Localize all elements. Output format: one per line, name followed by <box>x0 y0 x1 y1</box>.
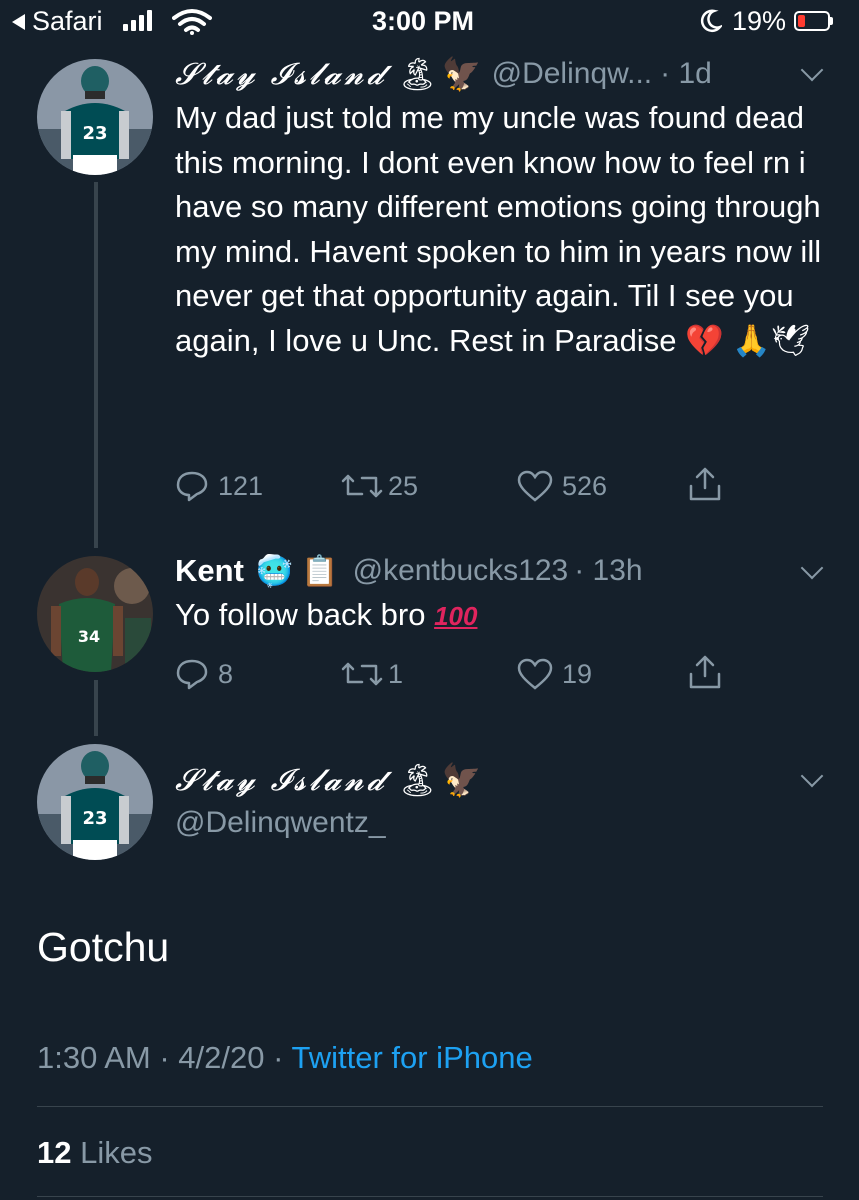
reply-count: 121 <box>218 471 264 501</box>
island-emoji-icon: 🏝 <box>397 55 438 93</box>
retweet-count: 25 <box>388 471 419 501</box>
back-arrow-icon[interactable] <box>12 14 25 30</box>
timestamp[interactable]: 1:30 AM · 4/2/20 · <box>37 1040 283 1075</box>
chevron-down-icon[interactable] <box>800 556 824 580</box>
battery-icon <box>794 11 830 31</box>
dove-emoji-icon: 🕊 <box>770 322 811 359</box>
tweet-time[interactable]: · 13h <box>574 554 642 588</box>
display-name[interactable]: Kent <box>175 553 244 589</box>
status-bar: Safari 3:00 PM 19% <box>0 0 859 44</box>
signal-icon <box>123 10 159 32</box>
island-emoji-icon: 🏝 <box>397 761 438 799</box>
retweet-icon[interactable] <box>340 472 384 500</box>
thread-line <box>94 680 98 736</box>
tweet-header: 𝓢𝓽𝓪𝔂 𝓘𝓼𝓵𝓪𝓷𝓭 🏝 🦅 @Delinqw... · 1d <box>175 54 712 94</box>
jersey-number: 23 <box>82 808 107 829</box>
divider <box>37 1196 823 1197</box>
back-app-label[interactable]: Safari <box>32 6 103 37</box>
display-name[interactable]: 𝓢𝓽𝓪𝔂 𝓘𝓼𝓵𝓪𝓷𝓭 <box>175 57 387 92</box>
battery-percent: 19% <box>732 6 787 36</box>
share-icon[interactable] <box>688 466 722 502</box>
reply-count: 8 <box>218 659 234 689</box>
handle[interactable]: @kentbucks123 <box>353 554 569 588</box>
avatar[interactable]: 34 <box>37 556 153 672</box>
jersey-number: 23 <box>82 123 107 144</box>
avatar[interactable]: 23 <box>37 744 153 860</box>
heart-icon[interactable] <box>516 658 554 690</box>
tweet-text: My dad just told me my uncle was found d… <box>175 100 822 359</box>
author-name-row: 𝓢𝓽𝓪𝔂 𝓘𝓼𝓵𝓪𝓷𝓭 🏝 🦅 <box>175 760 482 800</box>
thread-line <box>94 182 98 548</box>
share-icon[interactable] <box>688 654 722 690</box>
cold-face-emoji-icon: 🥶 <box>255 553 294 589</box>
eagle-emoji-icon: 🦅 <box>441 761 482 799</box>
clock: 3:00 PM <box>372 6 475 36</box>
tweet-text: Yo follow back bro 100 <box>175 597 478 632</box>
eagle-emoji-icon: 🦅 <box>441 55 482 93</box>
jersey-number: 34 <box>78 627 100 646</box>
likes-label: Likes <box>80 1135 153 1170</box>
moon-icon <box>700 9 722 33</box>
tweet-meta: 1:30 AM · 4/2/20 · Twitter for iPhone <box>37 1040 533 1076</box>
wifi-icon <box>172 9 212 35</box>
handle[interactable]: @Delinqwentz_ <box>175 806 386 840</box>
reply-icon[interactable] <box>175 470 209 502</box>
retweet-icon[interactable] <box>340 660 384 688</box>
battery-tip <box>830 17 833 25</box>
heart-icon[interactable] <box>516 470 554 502</box>
tweet-time[interactable]: · 1d <box>660 57 712 91</box>
chevron-down-icon[interactable] <box>800 764 824 788</box>
like-count: 526 <box>562 471 608 501</box>
reply-icon[interactable] <box>175 658 209 690</box>
likes-count: 12 <box>37 1135 72 1170</box>
source-link[interactable]: Twitter for iPhone <box>291 1040 532 1075</box>
broken-heart-emoji-icon: 💔 <box>685 322 724 359</box>
clipboard-emoji-icon: 📋 <box>301 553 339 589</box>
chevron-down-icon[interactable] <box>800 58 824 82</box>
retweet-count: 1 <box>388 659 404 689</box>
like-count: 19 <box>562 659 593 689</box>
tweet-header: Kent 🥶 📋 @kentbucks123 · 13h <box>175 551 643 591</box>
tweet-text: Gotchu <box>37 924 170 970</box>
divider <box>37 1106 823 1107</box>
praying-hands-emoji-icon: 🙏 <box>732 322 771 359</box>
handle[interactable]: @Delinqw... <box>492 57 653 91</box>
likes-stat[interactable]: 12 Likes <box>37 1135 152 1171</box>
avatar[interactable]: 23 <box>37 59 153 175</box>
display-name[interactable]: 𝓢𝓽𝓪𝔂 𝓘𝓼𝓵𝓪𝓷𝓭 <box>175 763 387 798</box>
hundred-points-emoji-icon: 100 <box>434 601 478 631</box>
